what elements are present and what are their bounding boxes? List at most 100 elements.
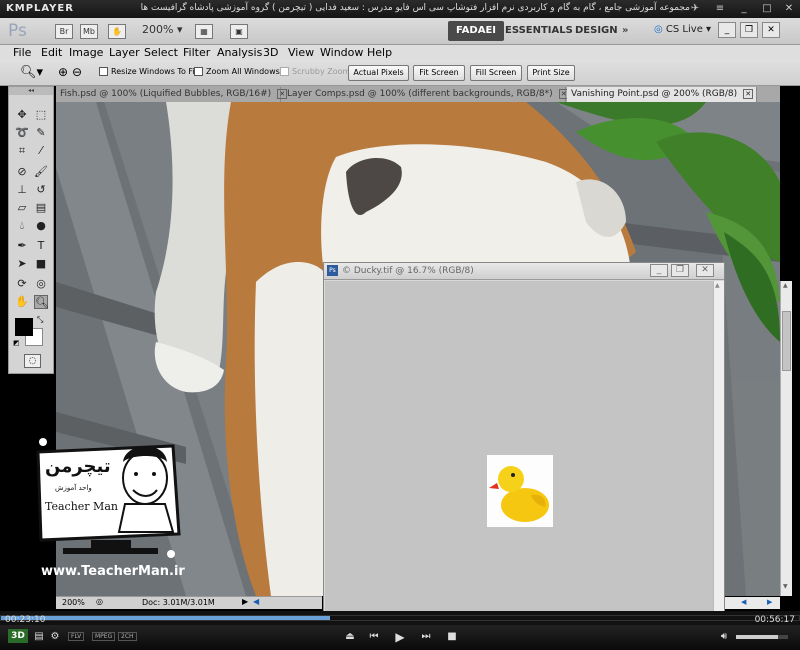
- playlist-icon[interactable]: ▤: [32, 630, 46, 644]
- zoom-out-icon[interactable]: ⊖: [72, 65, 82, 79]
- ps-minimize-button[interactable]: _: [718, 22, 736, 38]
- eyedropper-tool-icon[interactable]: ⁄: [34, 144, 48, 158]
- zoom-level-select[interactable]: 200% ▾: [142, 23, 182, 36]
- menu-image[interactable]: Image: [69, 45, 103, 60]
- move-tool-icon[interactable]: ✥: [15, 108, 29, 122]
- ducky-document-window[interactable]: Ps © Ducky.tif @ 16.7% (RGB/8) _ ❐ ✕ ▲: [323, 262, 725, 612]
- tab-layer-comps[interactable]: Layer Comps.psd @ 100% (different backgr…: [283, 87, 569, 102]
- canvas-vertical-scrollbar[interactable]: ▲ ▼: [780, 281, 792, 596]
- volume-slider[interactable]: [736, 635, 788, 639]
- actual-pixels-button[interactable]: Actual Pixels: [348, 65, 409, 81]
- ps-restore-button[interactable]: ❐: [740, 22, 758, 38]
- player-title-bar: KMPLAYER مجموعه آموزشی جامع ، گام به گام…: [0, 0, 800, 18]
- menu-analysis[interactable]: Analysis: [217, 45, 262, 60]
- ps-close-button[interactable]: ✕: [762, 22, 780, 38]
- type-tool-icon[interactable]: T: [34, 239, 48, 253]
- scroll-thumb[interactable]: [782, 311, 791, 371]
- ducky-canvas[interactable]: [325, 281, 714, 611]
- scrubby-zoom-checkbox[interactable]: Scrubby Zoom: [280, 67, 350, 76]
- more-workspaces-button[interactable]: »: [614, 21, 636, 41]
- previous-icon[interactable]: ⏮: [367, 630, 381, 644]
- player-menu-icon[interactable]: ≡: [713, 3, 727, 15]
- status-menu-arrow-icon[interactable]: ▶: [242, 597, 248, 606]
- zoom-in-icon[interactable]: ⊕: [58, 65, 68, 79]
- pen-tool-icon[interactable]: ✒: [15, 239, 29, 253]
- tools-panel-grip[interactable]: ◂◂: [9, 87, 53, 95]
- player-maximize-icon[interactable]: □: [760, 3, 774, 15]
- ducky-window-titlebar[interactable]: Ps © Ducky.tif @ 16.7% (RGB/8) _ ❐ ✕: [324, 263, 724, 280]
- eraser-tool-icon[interactable]: ▱: [15, 201, 29, 215]
- stop-icon[interactable]: ■: [445, 630, 459, 644]
- volume-icon[interactable]: 🔊︎: [717, 630, 731, 644]
- scroll-left-icon[interactable]: ◀: [253, 597, 259, 606]
- 3d-orbit-tool-icon[interactable]: ◎: [34, 277, 48, 291]
- scroll-down-icon[interactable]: ▼: [783, 583, 788, 590]
- history-brush-tool-icon[interactable]: ↺: [34, 183, 48, 197]
- menu-view[interactable]: View: [288, 45, 314, 60]
- player-close-icon[interactable]: ✕: [782, 3, 796, 15]
- tab-vanishing-point[interactable]: Vanishing Point.psd @ 200% (RGB/8) ✕: [567, 87, 757, 102]
- zoom-tool-preset-icon[interactable]: 🔍︎▾: [20, 65, 43, 80]
- mini-bridge-button[interactable]: Mb: [80, 24, 98, 39]
- healing-brush-tool-icon[interactable]: ⊘: [15, 165, 29, 179]
- gradient-tool-icon[interactable]: ▤: [34, 201, 48, 215]
- path-selection-tool-icon[interactable]: ➤: [15, 257, 29, 271]
- eject-icon[interactable]: ⏏: [343, 630, 357, 644]
- scroll-up-icon[interactable]: ▲: [783, 282, 788, 289]
- fit-screen-button[interactable]: Fit Screen: [413, 65, 465, 81]
- marquee-tool-icon[interactable]: ⬚: [34, 108, 48, 122]
- scroll-right-icon[interactable]: ▶: [767, 598, 772, 606]
- menu-window[interactable]: Window: [320, 45, 363, 60]
- menu-help[interactable]: Help: [367, 45, 392, 60]
- blur-tool-icon[interactable]: 💧︎: [15, 219, 29, 233]
- menu-layer[interactable]: Layer: [109, 45, 140, 60]
- arrange-documents-icon[interactable]: ▦: [195, 24, 213, 39]
- menu-file[interactable]: File: [13, 45, 31, 60]
- close-icon[interactable]: ✕: [743, 88, 754, 99]
- 3d-rotate-tool-icon[interactable]: ⟳: [15, 277, 29, 291]
- play-icon[interactable]: ▶: [393, 630, 407, 644]
- screen-mode-icon[interactable]: ▣: [230, 24, 248, 39]
- hand-tool-icon[interactable]: ✋: [15, 295, 29, 309]
- status-info-icon[interactable]: ◎: [96, 597, 103, 606]
- pin-icon[interactable]: ✈: [688, 3, 702, 15]
- print-size-button[interactable]: Print Size: [527, 65, 575, 81]
- clone-stamp-tool-icon[interactable]: ⊥: [15, 183, 29, 197]
- hand-view-icon[interactable]: ✋: [108, 24, 126, 39]
- zoom-all-windows-checkbox[interactable]: Zoom All Windows: [194, 67, 280, 76]
- resize-windows-checkbox[interactable]: Resize Windows To Fit: [99, 67, 198, 76]
- canvas-horizontal-scrollbar-end[interactable]: ◀ ▶: [725, 597, 780, 609]
- ducky-minimize-button[interactable]: _: [650, 264, 668, 277]
- crop-tool-icon[interactable]: ⌗: [15, 144, 29, 158]
- swap-colors-icon[interactable]: ⤡: [37, 315, 43, 325]
- settings-gear-icon[interactable]: ⚙: [48, 630, 62, 644]
- status-zoom[interactable]: 200%: [62, 598, 85, 607]
- options-bar: 🔍︎▾ ⊕ ⊖ Resize Windows To Fit Zoom All W…: [0, 60, 800, 86]
- menu-select[interactable]: Select: [144, 45, 178, 60]
- cs-live-button[interactable]: ◎ CS Live ▾: [654, 24, 711, 35]
- scroll-left-icon[interactable]: ◀: [741, 598, 746, 606]
- workspace-fadaei[interactable]: FADAEI: [448, 21, 505, 41]
- player-minimize-icon[interactable]: _: [737, 3, 751, 15]
- default-colors-icon[interactable]: ◩: [13, 339, 20, 347]
- menu-edit[interactable]: Edit: [41, 45, 62, 60]
- brush-tool-icon[interactable]: 🖌︎: [34, 165, 48, 179]
- scroll-up-icon[interactable]: ▲: [715, 282, 720, 289]
- fill-screen-button[interactable]: Fill Screen: [470, 65, 522, 81]
- quick-selection-tool-icon[interactable]: ✎: [34, 126, 48, 140]
- next-icon[interactable]: ⏭: [419, 630, 433, 644]
- shape-tool-icon[interactable]: ■: [34, 257, 48, 271]
- 3d-mode-button[interactable]: 3D: [8, 629, 28, 643]
- dodge-tool-icon[interactable]: ●: [34, 219, 48, 233]
- ducky-close-button[interactable]: ✕: [696, 264, 714, 277]
- zoom-tool-icon[interactable]: 🔍︎: [34, 295, 49, 309]
- menu-3d[interactable]: 3D: [263, 45, 278, 60]
- quick-mask-icon[interactable]: ◌: [24, 354, 41, 368]
- ducky-restore-button[interactable]: ❐: [671, 264, 689, 277]
- ducky-vertical-scrollbar[interactable]: ▲: [713, 281, 724, 611]
- lasso-tool-icon[interactable]: ➰: [15, 126, 29, 140]
- tab-fish[interactable]: Fish.psd @ 100% (Liquified Bubbles, RGB/…: [56, 87, 288, 102]
- menu-filter[interactable]: Filter: [183, 45, 210, 60]
- seek-bar[interactable]: [0, 611, 800, 625]
- bridge-button[interactable]: Br: [55, 24, 73, 39]
